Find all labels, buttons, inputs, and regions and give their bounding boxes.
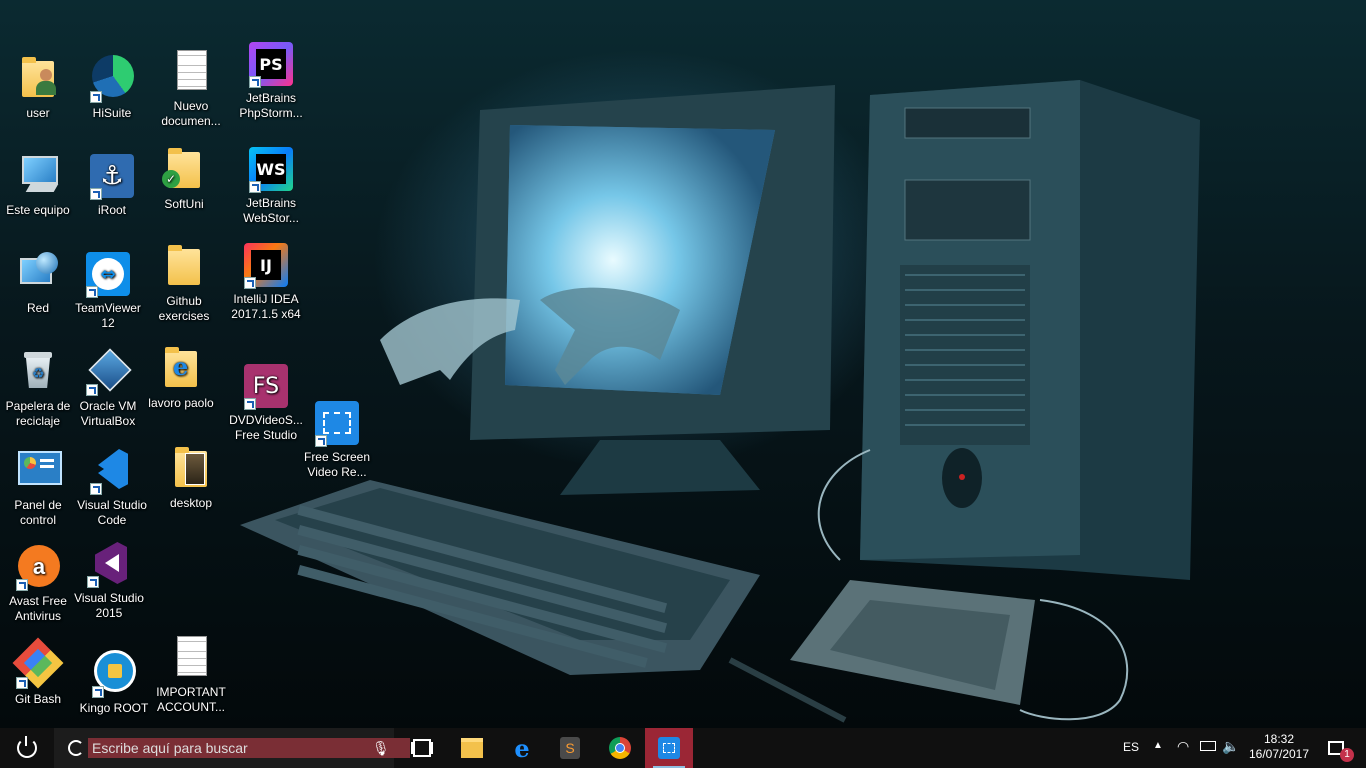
control-panel-icon — [14, 447, 62, 495]
desktop-icon-dvdvideosoft[interactable]: FS DVDVideoS... Free Studio — [228, 362, 304, 443]
task-view-icon — [413, 739, 431, 757]
desktop-icon-visual-studio[interactable]: Visual Studio 2015 — [71, 540, 147, 621]
desktop-icon-teamviewer[interactable]: ⇔ TeamViewer 12 — [70, 250, 146, 331]
phpstorm-icon: PS — [247, 40, 295, 88]
desktop-icon-este-equipo[interactable]: Este equipo — [0, 152, 76, 218]
kingo-root-icon — [90, 650, 138, 698]
hisuite-icon — [88, 55, 136, 103]
microphone-icon[interactable]: 🎙 — [372, 740, 390, 757]
text-document-icon — [167, 634, 215, 682]
ie-folder-icon: e — [157, 345, 205, 393]
show-hidden-icons-chevron-icon[interactable]: ▲ — [1153, 740, 1163, 751]
task-view-button[interactable] — [398, 728, 446, 768]
synced-folder-icon: ✓ — [160, 146, 208, 194]
desktop-icon-kingo-root[interactable]: Kingo ROOT — [76, 650, 152, 716]
desktop-icon-github-exercises[interactable]: Github exercises — [146, 243, 222, 324]
virtualbox-icon — [84, 348, 132, 396]
desktop-icon-webstorm[interactable]: WS JetBrains WebStor... — [233, 145, 309, 226]
clock[interactable]: 18:32 16/07/2017 — [1246, 732, 1312, 762]
chrome-button[interactable] — [596, 728, 644, 768]
webstorm-icon: WS — [247, 145, 295, 193]
screen-recorder-icon — [658, 737, 680, 759]
desktop-icon-vscode[interactable]: Visual Studio Code — [74, 447, 150, 528]
desktop-icon-virtualbox[interactable]: Oracle VM VirtualBox — [70, 348, 146, 429]
folder-icon — [160, 243, 208, 291]
notification-badge: 1 — [1340, 748, 1354, 762]
edge-button[interactable]: e — [498, 728, 546, 768]
search-input[interactable] — [88, 738, 410, 758]
power-icon — [17, 736, 37, 758]
battery-icon[interactable] — [1200, 741, 1216, 751]
git-bash-icon — [12, 637, 64, 689]
teamviewer-icon: ⇔ — [84, 250, 132, 298]
desktop-icon-free-screen-video[interactable]: Free Screen Video Re... — [299, 399, 375, 480]
desktop-icon-hisuite[interactable]: HiSuite — [74, 55, 150, 121]
file-explorer-icon — [461, 738, 483, 758]
sublime-text-button[interactable]: S — [546, 728, 594, 768]
edge-icon: e — [514, 733, 530, 763]
desktop-icon-intellij[interactable]: IJ IntelliJ IDEA 2017.1.5 x64 — [228, 241, 304, 322]
recycle-bin-icon: ♻ — [14, 348, 62, 396]
visual-studio-icon — [85, 540, 133, 588]
sublime-text-icon: S — [560, 737, 580, 759]
text-document-icon — [167, 48, 215, 96]
image-folder-icon — [167, 445, 215, 493]
desktop-icon-user[interactable]: user — [0, 55, 76, 121]
chrome-icon — [609, 737, 631, 759]
desktop-icon-red[interactable]: Red — [0, 250, 76, 316]
desktop-icon-papelera[interactable]: ♻ Papelera de reciclaje — [0, 348, 76, 429]
clock-date: 16/07/2017 — [1248, 747, 1310, 761]
search-box[interactable]: 🎙 — [54, 728, 410, 768]
screen-recorder-icon — [313, 399, 361, 447]
clock-time: 18:32 — [1263, 732, 1295, 746]
desktop-icon-important-account[interactable]: IMPORTANT ACCOUNT... — [153, 634, 229, 715]
desktop-icon-iroot[interactable]: ⚓ iRoot — [74, 152, 150, 218]
avast-icon: a — [14, 543, 62, 591]
action-center-button[interactable]: 1 — [1316, 728, 1356, 768]
start-button[interactable] — [0, 728, 54, 768]
intellij-icon: IJ — [242, 241, 290, 289]
dvdvideosoft-icon: FS — [242, 362, 290, 410]
desktop-icon-panel-de-control[interactable]: Panel de control — [0, 447, 76, 528]
wifi-icon[interactable]: ◠ — [1177, 738, 1189, 755]
language-indicator[interactable]: ES — [1123, 740, 1139, 754]
computer-icon — [14, 152, 62, 200]
vscode-icon — [88, 447, 136, 495]
network-icon — [14, 250, 62, 298]
desktop-icon-avast[interactable]: a Avast Free Antivirus — [0, 543, 76, 624]
screen-recorder-taskbar-button[interactable] — [645, 728, 693, 768]
desktop-icon-git-bash[interactable]: Git Bash — [0, 637, 76, 707]
desktop-icon-phpstorm[interactable]: PS JetBrains PhpStorm... — [233, 40, 309, 121]
file-explorer-button[interactable] — [448, 728, 496, 768]
taskbar: 🎙 e S ES ▲ ◠ 🔈 18:32 16/07/2017 1 — [0, 728, 1366, 768]
volume-icon[interactable]: 🔈 — [1222, 738, 1239, 755]
desktop-icon-nuevo-documento[interactable]: Nuevo documen... — [153, 48, 229, 129]
desktop-icon-softuni[interactable]: ✓ SoftUni — [146, 146, 222, 212]
user-folder-icon — [14, 55, 62, 103]
desktop-icon-desktop[interactable]: desktop — [153, 445, 229, 511]
cortana-icon — [68, 740, 84, 756]
desktop-icon-lavoro-paolo[interactable]: e lavoro paolo — [143, 345, 219, 411]
iroot-icon: ⚓ — [88, 152, 136, 200]
